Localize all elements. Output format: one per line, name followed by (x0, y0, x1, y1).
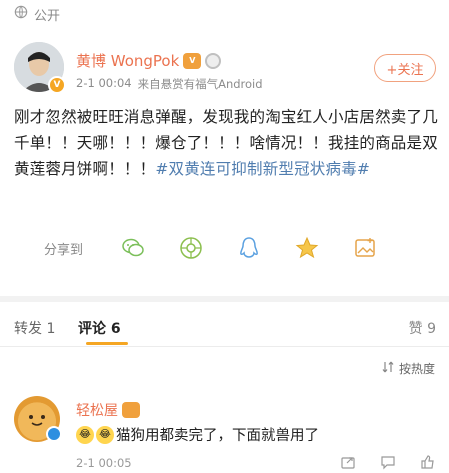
commenter-vip-icon (122, 402, 140, 418)
medal-icon (205, 52, 222, 69)
tab-active-indicator (86, 342, 128, 345)
tab-like[interactable]: 赞 9 (409, 318, 436, 338)
sort-label: 按热度 (398, 362, 435, 376)
sort-toggle[interactable]: 按热度 (381, 360, 435, 377)
sort-icon (381, 360, 395, 377)
section-gap (0, 296, 449, 302)
post-topic-link[interactable]: #双黄连可抑制新型冠状病毒# (155, 160, 370, 178)
comment-body: 😂 😂 猫狗用都卖完了，下面就兽用了 (76, 424, 319, 445)
post-meta: 2-1 00:04 来自悬赏有福气Android (76, 76, 263, 92)
globe-icon (14, 5, 28, 23)
comment-time: 2-1 00:05 (76, 456, 132, 470)
wechat-icon[interactable] (120, 235, 146, 261)
tabs-divider (0, 346, 449, 347)
verified-badge: V (48, 76, 66, 94)
share-label: 分享到 (44, 242, 84, 258)
post-time: 2-1 00:04 (76, 76, 132, 90)
image-share-icon[interactable] (352, 235, 378, 261)
vip-badge-icon: V (183, 52, 202, 69)
share-row: 分享到 (44, 234, 424, 262)
tab-comment[interactable]: 评论 6 (78, 318, 121, 338)
commenter-verified-icon (46, 426, 62, 442)
comment-icon[interactable] (380, 454, 396, 470)
post-author: V 黄博 WongPok V 2-1 00:04 来自悬赏有福气Android … (14, 42, 436, 96)
tab-repost[interactable]: 转发 1 (14, 318, 55, 338)
post-body: 刚才忽然被旺旺消息弹醒，发现我的淘宝红人小店居然卖了几千单！！天哪！！！爆仓了！… (14, 104, 438, 182)
visibility-label: 公开 (34, 8, 61, 24)
comment-item: 轻松屋 😂 😂 猫狗用都卖完了，下面就兽用了 2-1 00:05 (14, 392, 436, 473)
follow-button[interactable]: +关注 (374, 54, 436, 82)
commenter-name[interactable]: 轻松屋 (76, 400, 118, 420)
visibility-indicator: 公开 (14, 4, 60, 24)
post-source: 来自悬赏有福气Android (137, 77, 263, 91)
comment-text: 猫狗用都卖完了，下面就兽用了 (116, 428, 319, 444)
author-name[interactable]: 黄博 WongPok (76, 50, 179, 71)
like-icon[interactable] (420, 454, 436, 470)
laughing-emoji-icon: 😂 (96, 425, 114, 444)
moments-icon[interactable] (178, 235, 204, 261)
comment-actions (340, 454, 436, 470)
share-icon[interactable] (340, 454, 356, 470)
qq-icon[interactable] (236, 235, 262, 261)
laughing-emoji-icon: 😂 (76, 425, 94, 444)
qzone-star-icon[interactable] (294, 235, 320, 261)
post-tabs: 转发 1 评论 6 赞 9 (14, 314, 436, 345)
